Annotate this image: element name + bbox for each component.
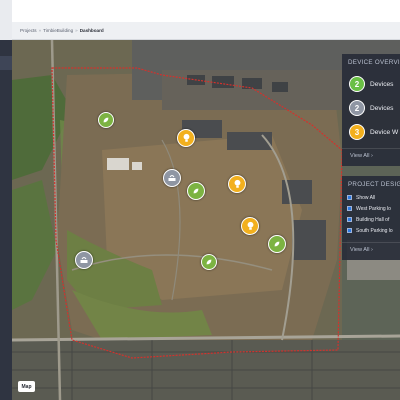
map-pin-leaf[interactable] — [98, 112, 114, 128]
signal-icon — [80, 257, 88, 263]
map-provider-logo[interactable]: Map — [18, 381, 35, 392]
lightbulb-icon — [247, 221, 253, 230]
project-design-title: PROJECT DESIGN — [348, 181, 400, 188]
breadcrumb-item-dashboard: Dashboard — [79, 28, 104, 33]
layer-option-label: West Parking lo — [356, 205, 391, 212]
breadcrumb: Projects» TimbieBuilding» Dashboard — [12, 22, 400, 40]
lightbulb-icon — [234, 179, 240, 188]
device-overview-panel: DEVICE OVERVIE 2 Devices 2 Devices 3 Dev… — [342, 54, 400, 166]
project-view-all-link[interactable]: View All › — [342, 242, 400, 257]
device-row-label: Devices — [370, 104, 394, 112]
layer-option[interactable]: Building Hall of — [342, 214, 400, 225]
device-view-all-link[interactable]: View All › — [342, 148, 400, 163]
map-pin-leaf[interactable] — [187, 182, 205, 200]
map-pin-lightbulb[interactable] — [177, 129, 195, 147]
map-pin-leaf[interactable] — [201, 254, 217, 270]
breadcrumb-separator: » — [75, 28, 78, 33]
breadcrumb-item-projects[interactable]: Projects — [20, 28, 37, 33]
layer-checkbox[interactable] — [347, 228, 352, 233]
device-count-badge: 3 — [349, 124, 365, 140]
device-overview-title: DEVICE OVERVIE — [348, 59, 400, 66]
map-pin-lightbulb[interactable] — [228, 175, 246, 193]
layer-checkbox[interactable] — [347, 195, 352, 200]
signal-icon — [168, 175, 176, 181]
device-row[interactable]: 2 Devices — [342, 96, 400, 120]
device-count-badge: 2 — [349, 76, 365, 92]
layer-option[interactable]: South Parking lo — [342, 225, 400, 236]
map-pin-signal[interactable] — [75, 251, 93, 269]
layer-option-label: Show All — [356, 194, 376, 201]
device-row-label: Device W — [370, 128, 399, 136]
leaf-icon — [103, 117, 109, 123]
layer-option-label: Building Hall of — [356, 216, 390, 223]
breadcrumb-item-building[interactable]: TimbieBuilding — [43, 28, 73, 33]
map-pin-leaf[interactable] — [268, 235, 286, 253]
left-rail-active-item[interactable] — [0, 56, 12, 70]
map-pin-signal[interactable] — [163, 169, 181, 187]
left-rail-header — [0, 0, 12, 40]
layer-option-label: South Parking lo — [356, 227, 393, 234]
device-row[interactable]: 3 Device W — [342, 120, 400, 144]
lightbulb-icon — [183, 133, 189, 142]
leaf-icon — [274, 241, 280, 247]
layer-checkbox[interactable] — [347, 206, 352, 211]
map-pin-lightbulb[interactable] — [241, 217, 259, 235]
leaf-icon — [206, 259, 212, 265]
project-design-panel: PROJECT DESIGN Show All West Parking lo … — [342, 176, 400, 260]
layer-checkbox[interactable] — [347, 217, 352, 222]
layer-option[interactable]: West Parking lo — [342, 203, 400, 214]
breadcrumb-separator: » — [38, 28, 42, 33]
layer-option[interactable]: Show All — [342, 192, 400, 203]
device-row[interactable]: 2 Devices — [342, 72, 400, 96]
device-count-badge: 2 — [349, 100, 365, 116]
leaf-icon — [193, 188, 199, 194]
device-row-label: Devices — [370, 80, 394, 88]
